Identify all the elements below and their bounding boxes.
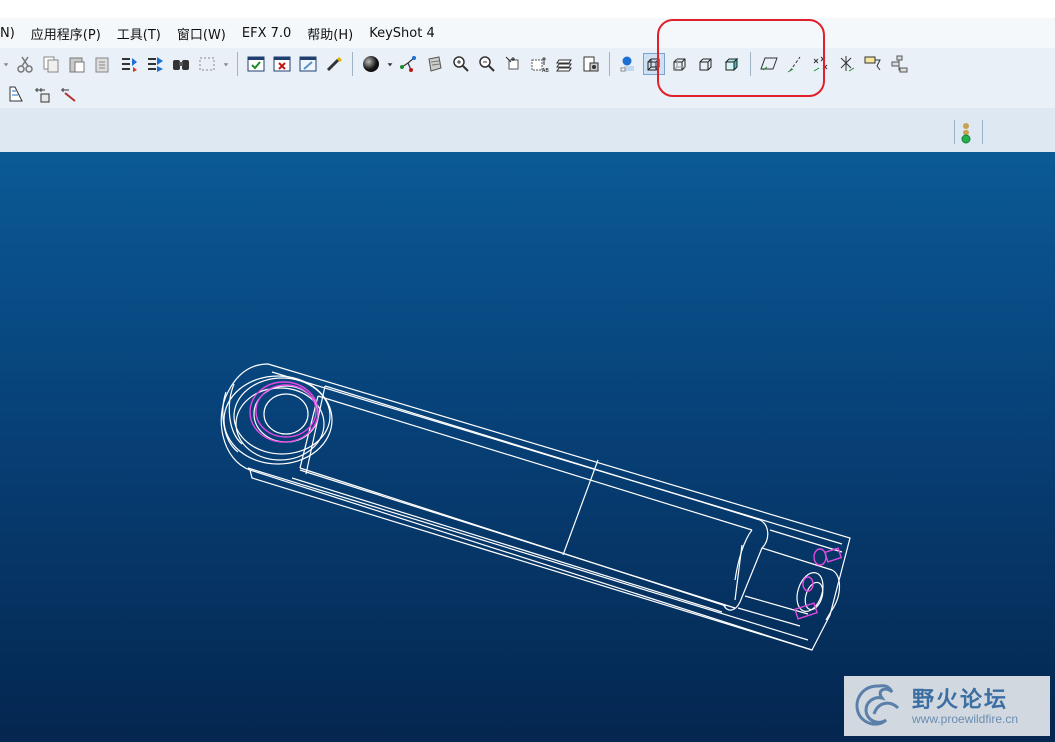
menu-item-help[interactable]: 帮助(H) bbox=[307, 24, 353, 43]
toolbar-separator bbox=[237, 52, 238, 76]
forum-logo-icon bbox=[855, 684, 900, 726]
sketch-icon[interactable] bbox=[58, 83, 80, 105]
cut-icon[interactable] bbox=[14, 53, 36, 75]
graphics-viewport[interactable]: 野火论坛 www.proewildfire.cn bbox=[0, 152, 1055, 742]
watermark-title: 野火论坛 bbox=[912, 688, 1009, 713]
wireframe-icon[interactable] bbox=[643, 53, 665, 75]
spin-center-icon[interactable] bbox=[323, 53, 345, 75]
datum-axes-icon[interactable] bbox=[784, 53, 806, 75]
analysis-icon[interactable] bbox=[32, 83, 54, 105]
regenerate-manager-icon[interactable] bbox=[144, 53, 166, 75]
traffic-light-icon[interactable] bbox=[959, 122, 973, 144]
toolbar-separator bbox=[750, 52, 751, 76]
menu-item-applications[interactable]: 应用程序(P) bbox=[31, 24, 101, 43]
saved-views-icon[interactable] bbox=[554, 53, 576, 75]
window-activate-icon[interactable] bbox=[245, 53, 267, 75]
menu-item-partial[interactable]: N) bbox=[0, 26, 15, 41]
orient-mode-icon[interactable] bbox=[360, 53, 382, 75]
dropdown-arrow-icon[interactable] bbox=[222, 53, 230, 75]
view-manager-icon[interactable] bbox=[580, 53, 602, 75]
zoom-icon[interactable] bbox=[398, 53, 420, 75]
shading-icon[interactable] bbox=[617, 53, 639, 75]
datum-points-icon[interactable] bbox=[810, 53, 832, 75]
dropdown-arrow-icon[interactable] bbox=[2, 53, 10, 75]
annotations-icon[interactable] bbox=[862, 53, 884, 75]
menu-item-tools[interactable]: 工具(T) bbox=[117, 24, 161, 43]
menu-bar: N) 应用程序(P) 工具(T) 窗口(W) EFX 7.0 帮助(H) Key… bbox=[0, 18, 1055, 48]
reorient-icon[interactable]: AB bbox=[528, 53, 550, 75]
dropdown-arrow-icon[interactable] bbox=[386, 53, 394, 75]
svg-text:AB: AB bbox=[542, 68, 549, 74]
watermark-url: www.proewildfire.cn bbox=[912, 712, 1019, 726]
no-hidden-icon[interactable] bbox=[695, 53, 717, 75]
wireframe-model[interactable] bbox=[0, 152, 1055, 742]
toolbar-separator bbox=[352, 52, 353, 76]
menu-item-keyshot[interactable]: KeyShot 4 bbox=[369, 26, 435, 41]
zoom-out-icon[interactable] bbox=[476, 53, 498, 75]
toolbar-separator bbox=[954, 120, 955, 144]
regenerate-icon[interactable] bbox=[118, 53, 140, 75]
model-tree-icon[interactable] bbox=[888, 53, 910, 75]
toolbar-separator bbox=[609, 52, 610, 76]
find-icon[interactable] bbox=[170, 53, 192, 75]
menu-item-window[interactable]: 窗口(W) bbox=[177, 24, 226, 43]
shaded-icon[interactable] bbox=[721, 53, 743, 75]
measure-icon[interactable] bbox=[6, 83, 28, 105]
datum-planes-icon[interactable] bbox=[758, 53, 780, 75]
refit-icon[interactable] bbox=[502, 53, 524, 75]
menu-item-efx[interactable]: EFX 7.0 bbox=[242, 26, 291, 41]
zoom-in-icon[interactable] bbox=[424, 53, 446, 75]
select-box-icon[interactable] bbox=[196, 53, 218, 75]
main-toolbar: AB bbox=[0, 48, 1055, 80]
copy-icon[interactable] bbox=[40, 53, 62, 75]
status-strip bbox=[0, 108, 1055, 153]
secondary-toolbar bbox=[0, 80, 1055, 108]
zoom-in-icon[interactable] bbox=[450, 53, 472, 75]
toolbar-separator bbox=[982, 120, 983, 144]
hidden-line-icon[interactable] bbox=[669, 53, 691, 75]
repaint-icon[interactable] bbox=[297, 53, 319, 75]
paste-special-icon[interactable] bbox=[92, 53, 114, 75]
watermark: 野火论坛 www.proewildfire.cn bbox=[844, 676, 1050, 736]
window-close-icon[interactable] bbox=[271, 53, 293, 75]
paste-icon[interactable] bbox=[66, 53, 88, 75]
coordinate-systems-icon[interactable] bbox=[836, 53, 858, 75]
